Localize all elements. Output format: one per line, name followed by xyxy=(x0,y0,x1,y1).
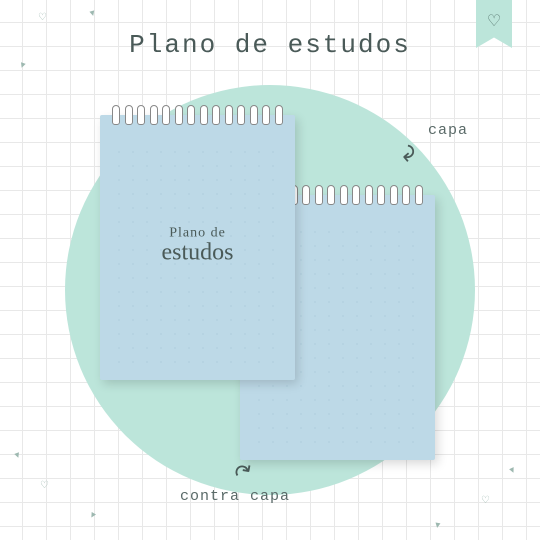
confetti-heart: ♡ xyxy=(38,12,47,23)
page-title: Plano de estudos xyxy=(0,30,540,60)
arrow-icon: ↶ xyxy=(392,143,420,164)
spiral-binding xyxy=(110,105,285,129)
confetti-heart: ♡ xyxy=(481,495,490,506)
cover-title: Plano de estudos xyxy=(162,225,234,266)
notebook-front-cover: Plano de estudos xyxy=(100,115,295,380)
confetti-heart: ♡ xyxy=(40,480,49,491)
cover-line2: estudos xyxy=(162,239,234,266)
label-contra-capa: contra capa xyxy=(180,488,290,505)
label-capa: capa xyxy=(428,122,468,139)
